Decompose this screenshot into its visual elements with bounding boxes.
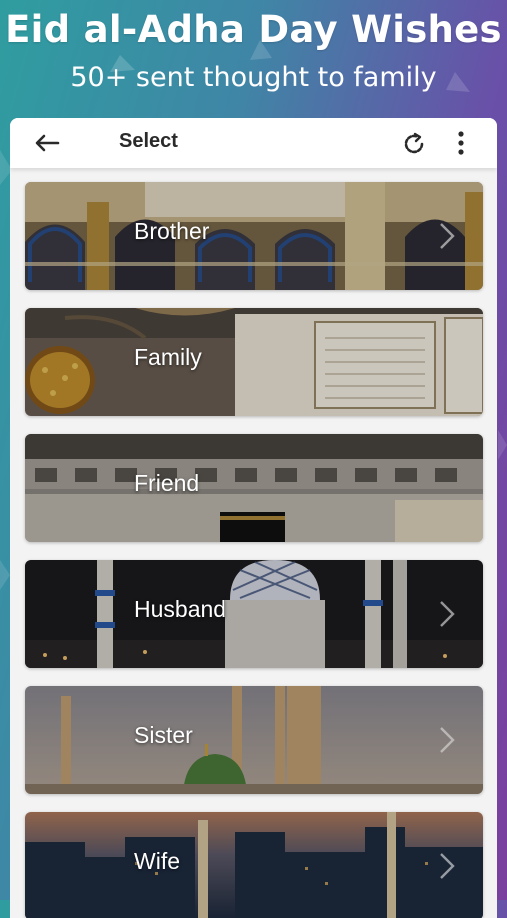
app-bar: Select [10, 118, 497, 168]
category-label: Wife [134, 848, 180, 874]
category-card-sister[interactable]: Sister [25, 686, 483, 794]
more-options-button[interactable] [450, 128, 472, 158]
chevron-right-icon [440, 223, 455, 249]
refresh-icon [404, 132, 424, 154]
chevron-right-icon [440, 601, 455, 627]
back-button[interactable] [32, 129, 62, 157]
promo-title: Eid al-Adha Day Wishes [5, 8, 502, 51]
arrow-left-icon [35, 134, 60, 152]
category-card-husband[interactable]: Husband [25, 560, 483, 668]
category-label: Husband [134, 596, 227, 622]
category-card-family[interactable]: Family [25, 308, 483, 416]
category-label: Friend [134, 470, 200, 496]
category-card-brother[interactable]: Brother [25, 182, 483, 290]
card-overlay [25, 686, 483, 794]
category-card-friend[interactable]: Friend [25, 434, 483, 542]
app-screen: Select Brother Family Friend Husband Sis… [10, 118, 497, 918]
category-label: Sister [134, 722, 193, 748]
category-label: Family [134, 344, 202, 370]
chevron-right-icon [440, 727, 455, 753]
category-card-wife[interactable]: Wife [25, 812, 483, 918]
page-title: Select [119, 130, 178, 152]
card-overlay [25, 182, 483, 290]
category-list: Brother Family Friend Husband Sister Wif… [10, 168, 497, 918]
card-overlay [25, 308, 483, 416]
chevron-right-icon [440, 853, 455, 879]
promo-subtitle: 50+ sent thought to family [70, 62, 437, 93]
more-vertical-icon [458, 131, 464, 155]
category-label: Brother [134, 218, 210, 244]
card-overlay [25, 812, 483, 918]
card-overlay [25, 434, 483, 542]
refresh-button[interactable] [400, 130, 428, 158]
card-overlay [25, 560, 483, 668]
